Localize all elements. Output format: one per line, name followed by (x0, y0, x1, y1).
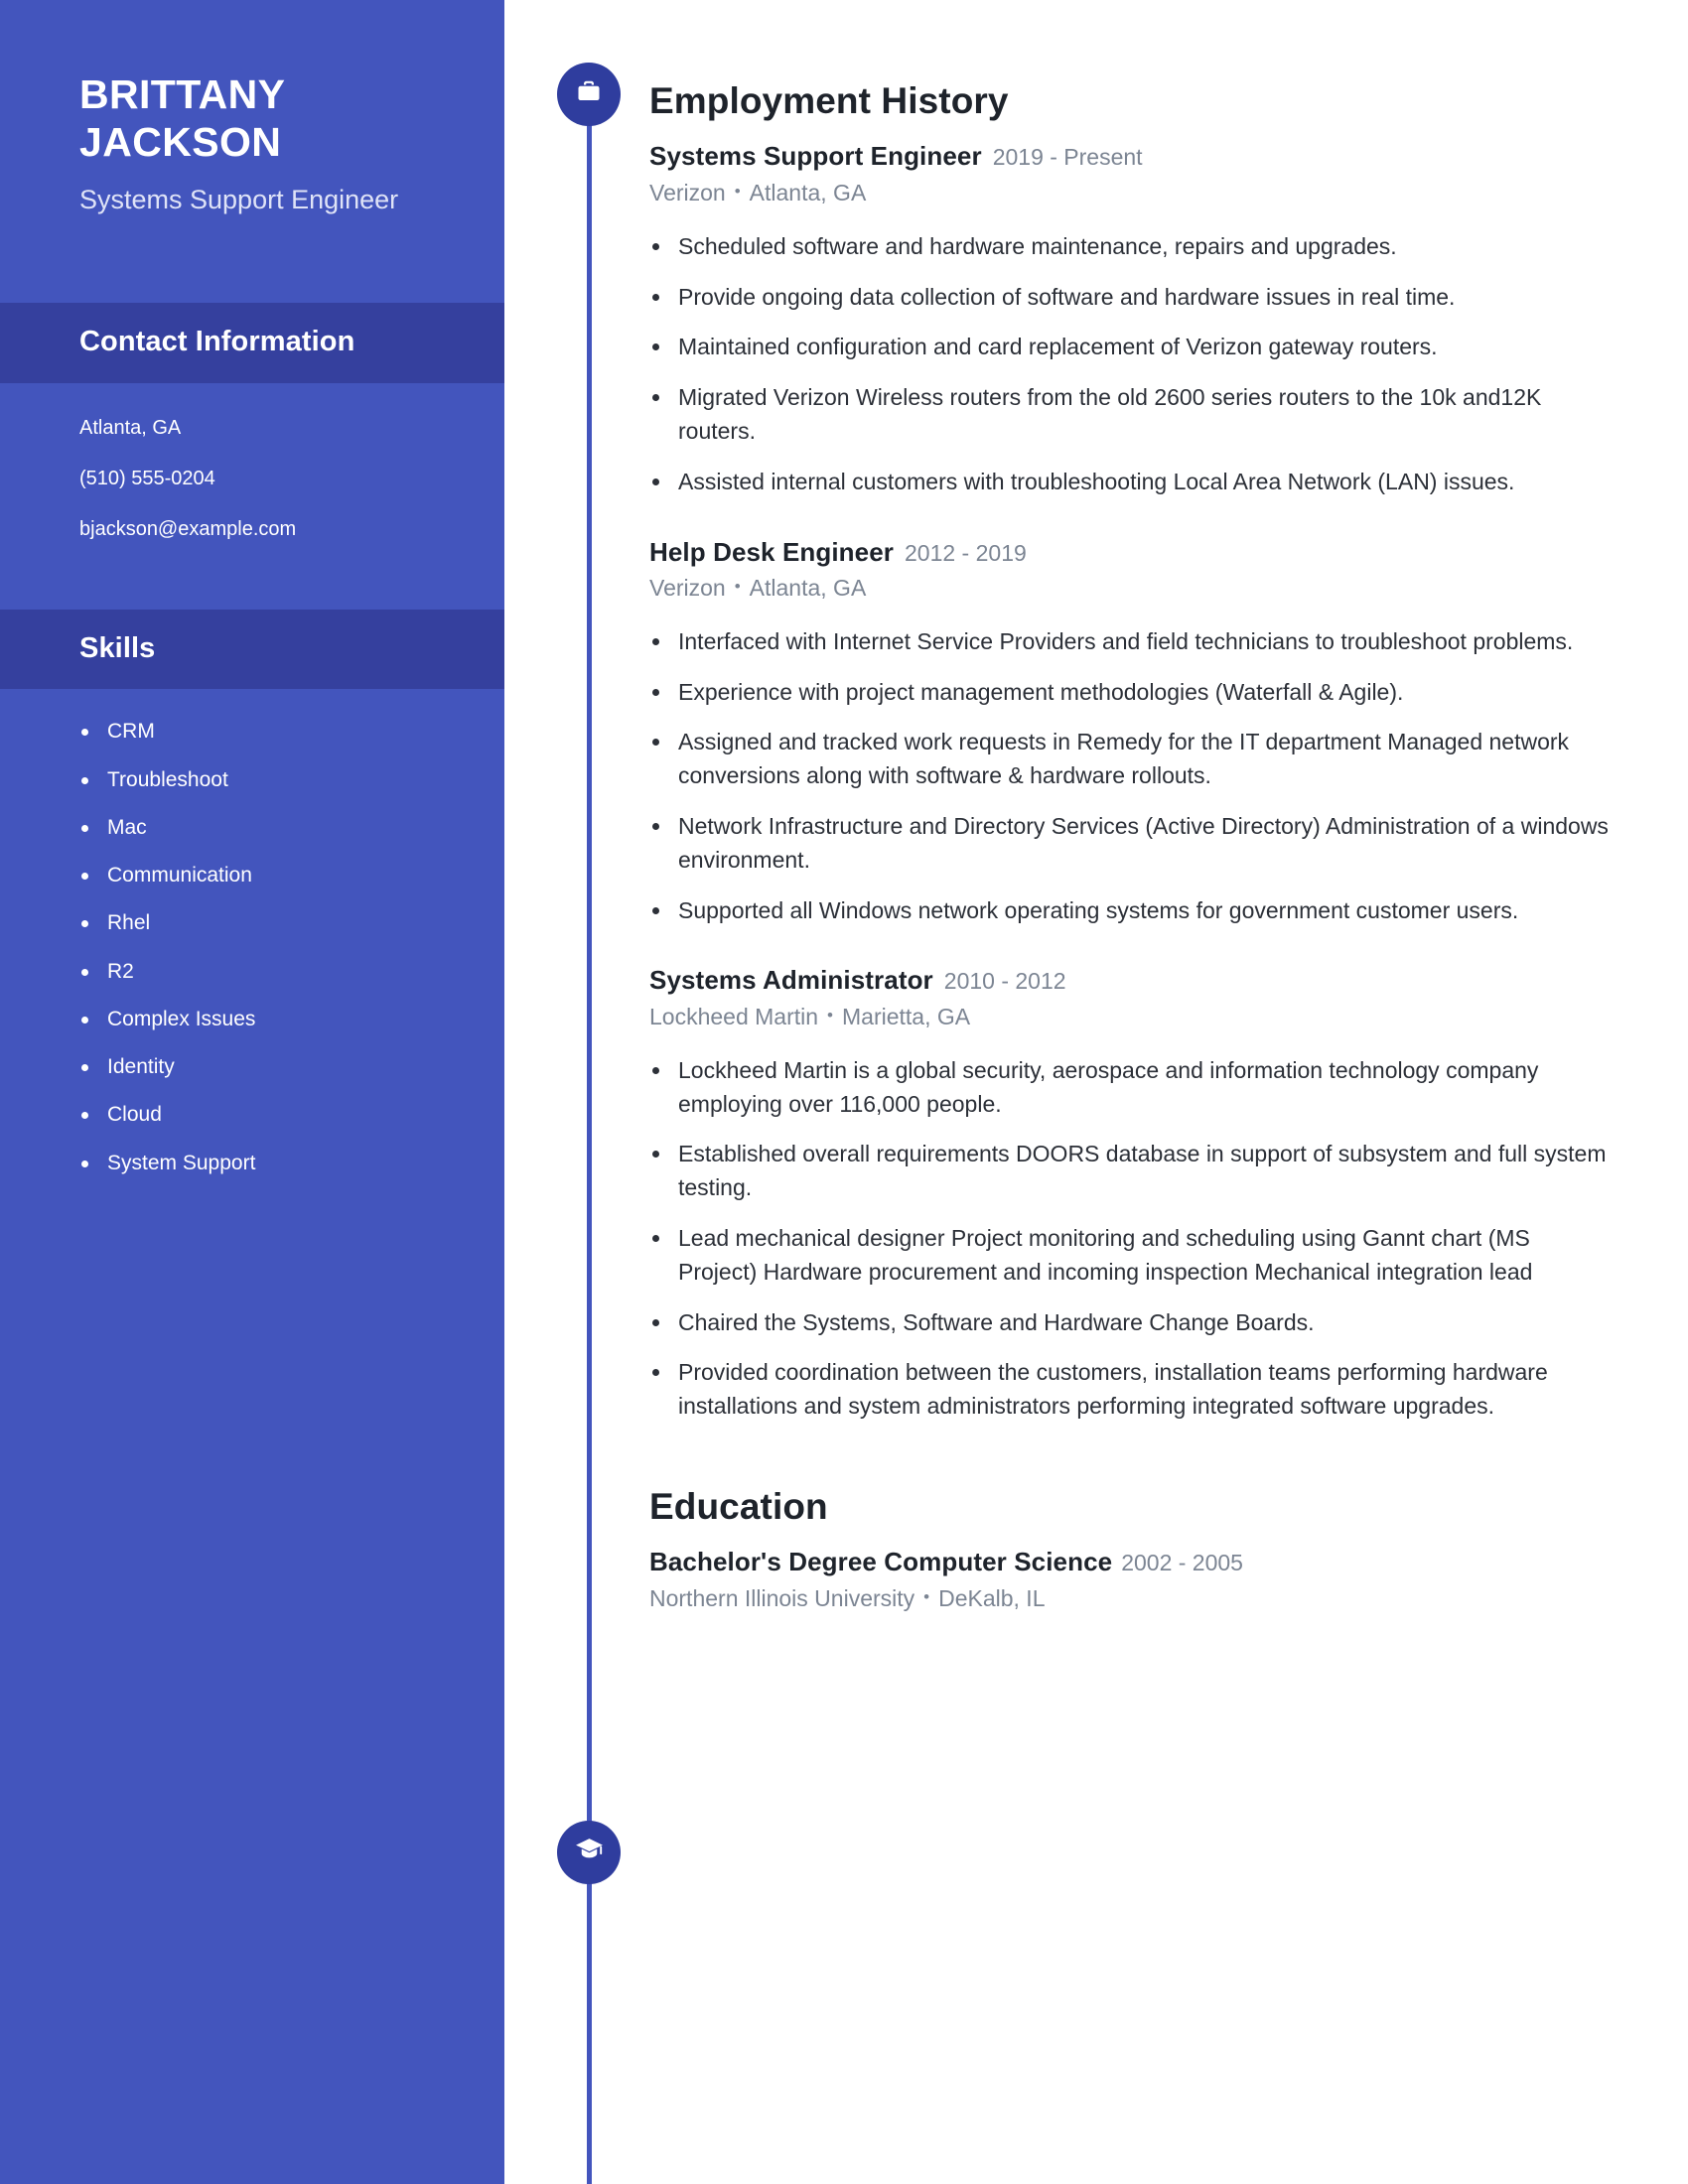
employment-entry: Systems Support Engineer 2019 - Present V… (649, 139, 1613, 498)
list-item: Scheduled software and hardware maintena… (649, 230, 1613, 264)
list-item: Established overall requirements DOORS d… (649, 1138, 1613, 1205)
job-bullet-list: Scheduled software and hardware maintena… (649, 230, 1613, 499)
candidate-first-name: BRITTANY (79, 71, 286, 117)
list-item: Interfaced with Internet Service Provide… (649, 625, 1613, 659)
job-location: Atlanta, GA (749, 179, 867, 205)
education-meta: Northern Illinois University • DeKalb, IL (649, 1583, 1613, 1614)
list-item: Identity (79, 1054, 425, 1080)
degree-dates: 2002 - 2005 (1121, 1550, 1243, 1576)
list-item: Network Infrastructure and Directory Ser… (649, 810, 1613, 878)
employment-entry-header: Help Desk Engineer 2012 - 2019 (649, 535, 1613, 569)
list-item: Rhel (79, 910, 425, 936)
job-dates: 2012 - 2019 (905, 539, 1027, 566)
sidebar: BRITTANY JACKSON Systems Support Enginee… (0, 0, 504, 2184)
list-item: Provided coordination between the custom… (649, 1356, 1613, 1424)
job-meta: Verizon • Atlanta, GA (649, 573, 1613, 604)
skills-details: CRM Troubleshoot Mac Communication Rhel … (0, 689, 504, 1176)
education-entry: Bachelor's Degree Computer Science 2002 -… (649, 1545, 1613, 1613)
job-location: Marietta, GA (842, 1003, 971, 1029)
list-item: Assigned and tracked work requests in Re… (649, 726, 1613, 793)
list-item: Migrated Verizon Wireless routers from t… (649, 381, 1613, 449)
page-title: Employment History (649, 80, 1009, 121)
job-meta: Verizon • Atlanta, GA (649, 178, 1613, 208)
job-company: Verizon (649, 179, 726, 205)
bullet-separator-icon: • (734, 576, 741, 596)
job-title: Help Desk Engineer (649, 536, 894, 567)
list-item: Assisted internal customers with trouble… (649, 466, 1613, 499)
contact-details: Atlanta, GA (510) 555-0204 bjackson@exam… (0, 383, 504, 580)
employment-history-section: Employment History Systems Support Engin… (649, 0, 1613, 1424)
employment-entry: Help Desk Engineer 2012 - 2019 Verizon • At… (649, 535, 1613, 928)
job-dates: 2010 - 2012 (943, 968, 1066, 995)
contact-email: bjackson@example.com (79, 517, 297, 540)
job-location: Atlanta, GA (749, 574, 867, 601)
degree-title: Bachelor's Degree Computer Science (649, 1547, 1113, 1577)
list-item: Cloud (79, 1102, 425, 1128)
list-item: Supported all Windows network operating … (649, 894, 1613, 928)
job-title: Systems Support Engineer (649, 141, 982, 172)
list-item: Mac (79, 815, 425, 841)
contact-phone: (510) 555-0204 (79, 467, 215, 489)
list-item: Provide ongoing data collection of softw… (649, 281, 1613, 315)
resume-page: BRITTANY JACKSON Systems Support Enginee… (0, 0, 1688, 2184)
list-item: Maintained configuration and card replac… (649, 331, 1613, 364)
list-item: Lead mechanical designer Project monitor… (649, 1222, 1613, 1290)
candidate-name: BRITTANY JACKSON (79, 71, 425, 167)
education-timeline-node (557, 1821, 621, 1884)
employment-entry-header: Systems Administrator 2010 - 2012 (649, 963, 1613, 997)
briefcase-icon (574, 77, 604, 112)
contact-location: Atlanta, GA (79, 416, 182, 439)
employment-entry-header: Systems Support Engineer 2019 - Present (649, 139, 1613, 173)
list-item: Troubleshoot (79, 767, 425, 793)
bullet-separator-icon: • (923, 1586, 930, 1606)
job-company: Lockheed Martin (649, 1003, 819, 1029)
education-section: Education Bachelor's Degree Computer Sci… (649, 1424, 1613, 1614)
school-location: DeKalb, IL (938, 1584, 1046, 1611)
bullet-separator-icon: • (827, 1005, 833, 1024)
skills-heading: Skills (79, 631, 156, 664)
job-dates: 2019 - Present (992, 144, 1143, 171)
education-title: Education (649, 1486, 828, 1527)
employment-entry: Systems Administrator 2010 - 2012 Lockhee… (649, 963, 1613, 1424)
graduation-cap-icon (574, 1835, 605, 1870)
list-item: Lockheed Martin is a global security, ae… (649, 1054, 1613, 1122)
list-item: Communication (79, 863, 425, 888)
list-item: CRM (79, 719, 425, 745)
bullet-separator-icon: • (734, 181, 741, 201)
job-company: Verizon (649, 574, 726, 601)
identity-block: BRITTANY JACKSON Systems Support Enginee… (0, 0, 504, 218)
job-bullet-list: Interfaced with Internet Service Provide… (649, 625, 1613, 928)
job-bullet-list: Lockheed Martin is a global security, ae… (649, 1054, 1613, 1424)
list-item: Complex Issues (79, 1007, 425, 1032)
job-meta: Lockheed Martin • Marietta, GA (649, 1002, 1613, 1032)
candidate-role: Systems Support Engineer (79, 184, 399, 214)
main-content: Employment History Systems Support Engin… (649, 0, 1613, 1614)
list-item: Experience with project management metho… (649, 676, 1613, 710)
job-title: Systems Administrator (649, 965, 933, 996)
contact-heading: Contact Information (79, 325, 355, 357)
skills-section-header: Skills (0, 609, 504, 690)
list-item: R2 (79, 959, 425, 985)
education-entry-header: Bachelor's Degree Computer Science 2002 -… (649, 1545, 1613, 1578)
contact-section-header: Contact Information (0, 302, 504, 383)
candidate-last-name: JACKSON (79, 118, 282, 165)
school-name: Northern Illinois University (649, 1584, 915, 1611)
list-item: System Support (79, 1151, 425, 1176)
skills-list: CRM Troubleshoot Mac Communication Rhel … (79, 719, 425, 1176)
employment-timeline-node (557, 63, 621, 126)
list-item: Chaired the Systems, Software and Hardwa… (649, 1306, 1613, 1340)
